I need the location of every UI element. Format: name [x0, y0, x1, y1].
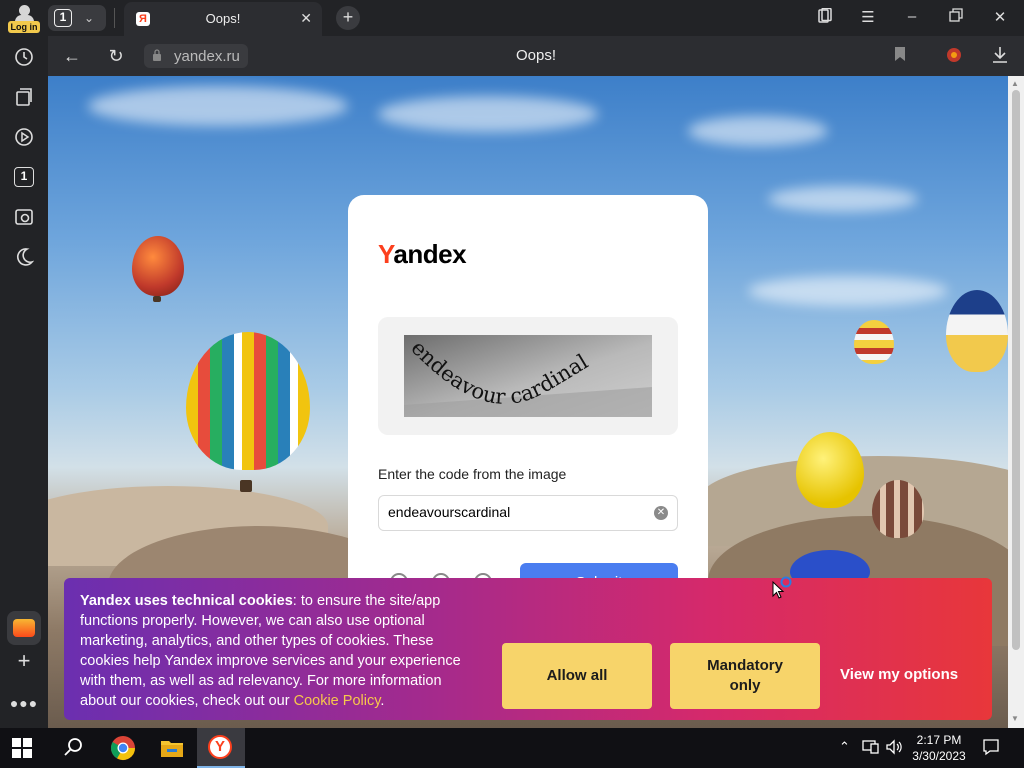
tab-active[interactable]: Я Oops! ✕ — [124, 2, 322, 36]
system-clock[interactable]: 2:17 PM 3/30/2023 — [906, 732, 972, 764]
tab-group-button[interactable]: 1 ⌄ — [48, 5, 106, 31]
lock-icon — [153, 49, 161, 61]
clock-time: 2:17 PM — [916, 733, 962, 747]
page-scrollbar[interactable]: ▲ ▼ — [1008, 76, 1024, 728]
captcha-input-field[interactable]: ✕ — [378, 495, 678, 531]
network-icon[interactable] — [862, 739, 880, 758]
search-icon[interactable] — [60, 734, 88, 762]
browser-sidebar: 1 + ●●● — [0, 36, 48, 728]
scrollbar-thumb[interactable] — [1012, 90, 1020, 650]
night-mode-icon[interactable] — [12, 245, 36, 269]
close-tab-icon[interactable]: ✕ — [300, 10, 312, 27]
clock-date: 3/30/2023 — [912, 749, 966, 763]
url-field[interactable]: yandex.ru — [144, 44, 248, 68]
login-label: Log in — [8, 21, 40, 33]
cookie-policy-link[interactable]: Cookie Policy — [294, 693, 381, 709]
taskbar-yandex-browser[interactable]: Y — [197, 728, 245, 768]
allow-all-button[interactable]: Allow all — [502, 643, 652, 709]
chevron-down-icon: ⌄ — [84, 11, 95, 25]
reload-icon[interactable]: ↻ — [106, 46, 126, 66]
balloon-image — [872, 480, 924, 538]
windows-start-icon[interactable] — [12, 738, 32, 758]
tab-title: Oops! — [205, 11, 241, 26]
volume-icon[interactable] — [885, 739, 903, 758]
page-content: Yandex endeavour cardinal Enter the code… — [48, 76, 1008, 728]
back-icon[interactable]: ← — [62, 46, 82, 66]
download-icon[interactable] — [990, 46, 1010, 66]
bookmarks-icon[interactable] — [12, 85, 36, 109]
yandex-browser-icon: Y — [208, 735, 232, 759]
chevron-up-icon[interactable]: ⌃ — [839, 739, 850, 755]
video-icon[interactable] — [12, 125, 36, 149]
balloon-image — [186, 332, 310, 470]
windows-taskbar: Y ⌃ 2:17 PM 3/30/2023 — [0, 728, 1024, 768]
cookie-message-title: Yandex uses technical cookies — [80, 593, 293, 609]
tab-count: 1 — [54, 9, 72, 27]
balloon-image — [946, 290, 1008, 372]
balloon-image — [132, 236, 184, 296]
captcha-image-container: endeavour cardinal — [378, 317, 678, 435]
cookie-banner: Yandex uses technical cookies: to ensure… — [64, 578, 992, 720]
mail-icon[interactable] — [7, 611, 41, 645]
cookie-message-body: : to ensure the site/app functions prope… — [80, 593, 461, 709]
bookmarks-panel-icon[interactable] — [812, 7, 836, 28]
notifications-icon[interactable] — [982, 738, 1000, 759]
new-tab-button[interactable]: + — [336, 6, 360, 30]
title-bar: Log in 1 ⌄ Я Oops! ✕ + ☰ – ✕ — [0, 0, 1024, 36]
balloon-image — [796, 432, 864, 508]
address-bar: ← ↻ yandex.ru Oops! — [48, 36, 1024, 76]
minimize-icon[interactable]: – — [900, 8, 924, 25]
tab-divider — [114, 8, 115, 28]
restore-icon[interactable] — [944, 8, 968, 26]
bookmark-icon[interactable] — [890, 46, 910, 66]
captcha-image: endeavour cardinal — [404, 335, 652, 417]
yandex-logo: Yandex — [378, 239, 467, 269]
captcha-input[interactable] — [388, 504, 638, 520]
cookie-message: Yandex uses technical cookies: to ensure… — [80, 593, 461, 709]
extension-icon[interactable] — [944, 46, 964, 66]
captcha-card: Yandex endeavour cardinal Enter the code… — [348, 195, 708, 615]
chrome-icon[interactable] — [109, 734, 137, 762]
view-my-options-button[interactable]: View my options — [840, 666, 958, 683]
mouse-cursor-icon — [772, 576, 792, 599]
history-icon[interactable] — [12, 45, 36, 69]
more-icon[interactable]: ●●● — [10, 691, 37, 715]
file-explorer-icon[interactable] — [158, 734, 186, 762]
mandatory-only-button[interactable]: Mandatory only — [670, 643, 820, 709]
screenshot-icon[interactable] — [12, 205, 36, 229]
tabs-counter-icon[interactable]: 1 — [12, 165, 36, 189]
add-icon[interactable]: + — [12, 648, 36, 673]
captcha-prompt: Enter the code from the image — [378, 466, 567, 482]
clear-input-icon[interactable]: ✕ — [654, 506, 668, 520]
scroll-down-icon[interactable]: ▼ — [1011, 714, 1019, 723]
scroll-up-icon[interactable]: ▲ — [1011, 79, 1019, 88]
url-text: yandex.ru — [174, 48, 240, 65]
menu-icon[interactable]: ☰ — [856, 8, 880, 26]
balloon-image — [854, 320, 894, 364]
login-button[interactable]: Log in — [6, 3, 42, 33]
close-window-icon[interactable]: ✕ — [988, 8, 1012, 26]
